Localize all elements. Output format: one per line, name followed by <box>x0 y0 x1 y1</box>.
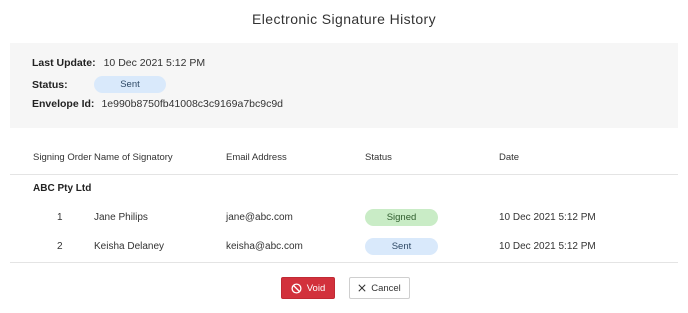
header-divider <box>10 174 678 175</box>
signatory-group-label: ABC Pty Ltd <box>33 183 92 194</box>
cancel-button[interactable]: Cancel <box>349 277 410 299</box>
ban-icon <box>291 282 302 294</box>
signatory-name-cell: Jane Philips <box>94 212 148 223</box>
last-update-value: 10 Dec 2021 5:12 PM <box>103 57 206 69</box>
envelope-status-badge: Sent <box>94 76 166 93</box>
void-button-label: Void <box>306 282 326 294</box>
email-cell: keisha@abc.com <box>226 241 303 252</box>
date-cell: 10 Dec 2021 5:12 PM <box>499 212 596 223</box>
envelope-info-panel: Last Update: 10 Dec 2021 5:12 PM Status:… <box>10 43 678 128</box>
table-bottom-divider <box>10 262 678 263</box>
cancel-button-label: Cancel <box>371 282 401 294</box>
signing-order-cell: 2 <box>57 241 63 252</box>
column-header-signing-order: Signing Order <box>33 152 92 163</box>
envelope-id-value: 1e990b8750fb41008c3c9169a7bc9c9d <box>101 98 284 110</box>
column-header-status: Status <box>365 152 392 163</box>
signing-order-cell: 1 <box>57 212 63 223</box>
close-icon <box>358 284 366 292</box>
email-cell: jane@abc.com <box>226 212 293 223</box>
void-button[interactable]: Void <box>281 277 335 299</box>
page-title: Electronic Signature History <box>252 11 436 27</box>
last-update-label: Last Update: <box>32 57 96 69</box>
column-header-name: Name of Signatory <box>94 152 173 163</box>
signatory-name-cell: Keisha Delaney <box>94 241 165 252</box>
signatory-status-badge: Sent <box>365 238 438 255</box>
status-label: Status: <box>32 78 68 91</box>
envelope-id-label: Envelope Id: <box>32 98 95 110</box>
signatory-status-badge: Signed <box>365 209 438 226</box>
column-header-email: Email Address <box>226 152 287 163</box>
date-cell: 10 Dec 2021 5:12 PM <box>499 241 596 252</box>
column-header-date: Date <box>499 152 520 163</box>
